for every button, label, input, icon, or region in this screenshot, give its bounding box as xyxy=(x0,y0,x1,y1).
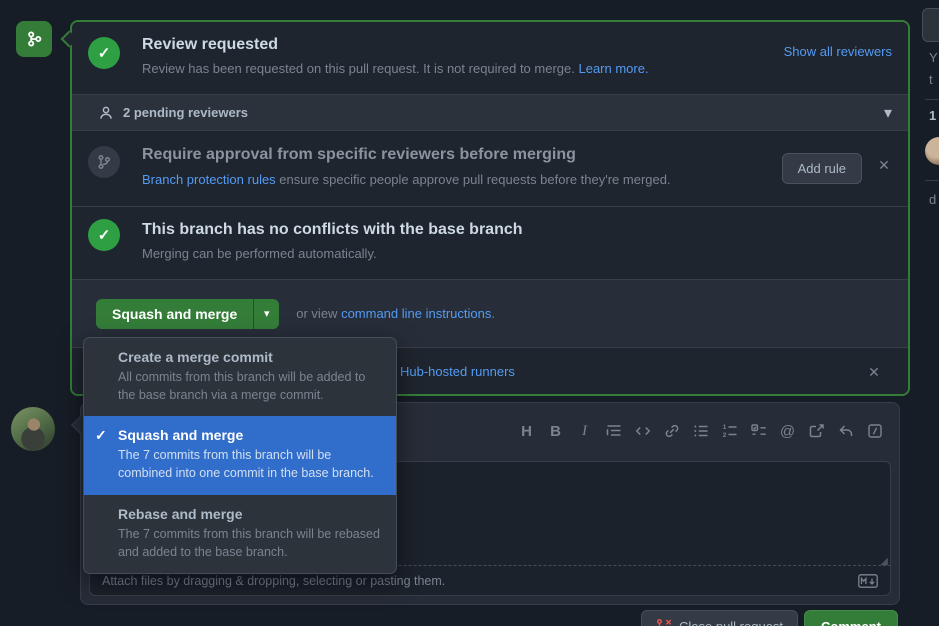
command-line-instructions-link[interactable]: command line instructions xyxy=(341,306,491,321)
code-icon[interactable] xyxy=(628,417,657,445)
branch-protection-section: Require approval from specific reviewers… xyxy=(72,130,908,206)
menu-item-description: The 7 commits from this branch will be r… xyxy=(118,525,380,561)
dismiss-protection-icon[interactable]: ✕ xyxy=(874,155,894,175)
sidebar-avatar xyxy=(925,137,939,165)
review-requested-title: Review requested xyxy=(142,36,892,54)
merge-method-dropdown: Create a merge commit All commits from t… xyxy=(83,337,397,574)
resize-grip-icon[interactable]: ◢ xyxy=(880,556,888,567)
merge-button-group: Squash and merge ▾ xyxy=(96,299,279,329)
menu-item-title: Squash and merge xyxy=(118,427,382,443)
no-conflicts-description: Merging can be performed automatically. xyxy=(142,246,892,261)
hosted-runners-link[interactable]: Hub-hosted runners xyxy=(400,364,515,379)
menu-item-title: Rebase and merge xyxy=(118,506,382,522)
ordered-list-icon[interactable]: 1 2 xyxy=(715,417,744,445)
menu-item-squash-and-merge[interactable]: ✓ Squash and merge The 7 commits from th… xyxy=(84,416,396,494)
slash-commands-icon[interactable] xyxy=(860,417,889,445)
sidebar-divider xyxy=(925,99,939,100)
sidebar-button-fragment[interactable] xyxy=(922,8,939,42)
dismiss-banner-icon[interactable]: ✕ xyxy=(864,362,884,382)
no-conflicts-section: ✓ This branch has no conflicts with the … xyxy=(72,206,908,279)
reply-icon[interactable] xyxy=(831,417,860,445)
pull-request-merge-area: ✓ Review requested Review has been reque… xyxy=(0,0,939,626)
mention-icon[interactable]: @ xyxy=(773,417,802,445)
close-pull-request-button[interactable]: Close pull request xyxy=(641,610,798,626)
comment-actions: Close pull request Comment xyxy=(641,610,898,626)
branch-protection-text: ensure specific people approve pull requ… xyxy=(276,172,671,187)
markdown-toolbar: H B I xyxy=(512,413,889,449)
review-requested-description: Review has been requested on this pull r… xyxy=(142,61,892,76)
show-all-reviewers-link[interactable]: Show all reviewers xyxy=(784,44,892,59)
check-circle-icon: ✓ xyxy=(88,219,120,251)
task-list-icon[interactable] xyxy=(744,417,773,445)
or-view-text: or view command line instructions. xyxy=(296,306,495,321)
cross-reference-icon[interactable] xyxy=(802,417,831,445)
italic-icon[interactable]: I xyxy=(570,417,599,445)
menu-item-rebase-and-merge[interactable]: Rebase and merge The 7 commits from this… xyxy=(84,495,396,573)
menu-item-description: The 7 commits from this branch will be c… xyxy=(118,446,380,482)
branch-protection-rules-link[interactable]: Branch protection rules xyxy=(142,172,276,187)
sidebar-text-fragment: d xyxy=(929,192,936,207)
sidebar-text-fragment: Y xyxy=(929,50,938,65)
chevron-down-icon[interactable]: ▾ xyxy=(884,103,892,123)
merge-options-caret-button[interactable]: ▾ xyxy=(253,299,279,329)
heading-icon[interactable]: H xyxy=(512,417,541,445)
svg-text:1: 1 xyxy=(722,424,726,431)
timeline-commits-icon xyxy=(16,21,52,57)
attach-files-hint: Attach files by dragging & dropping, sel… xyxy=(102,574,445,588)
review-requested-section: ✓ Review requested Review has been reque… xyxy=(72,22,908,94)
close-pull-request-label: Close pull request xyxy=(679,619,783,626)
menu-item-title: Create a merge commit xyxy=(118,349,382,365)
svg-text:2: 2 xyxy=(722,432,726,439)
selected-check-icon: ✓ xyxy=(95,427,107,444)
bold-icon[interactable]: B xyxy=(541,417,570,445)
review-requested-text: Review has been requested on this pull r… xyxy=(142,61,578,76)
commit-group-icon xyxy=(25,30,43,48)
squash-and-merge-button[interactable]: Squash and merge xyxy=(96,299,253,329)
pr-closed-icon xyxy=(656,618,672,626)
quote-icon[interactable] xyxy=(599,417,628,445)
user-avatar xyxy=(11,407,55,451)
menu-item-create-merge-commit[interactable]: Create a merge commit All commits from t… xyxy=(84,338,396,416)
branch-protection-description: Branch protection rules ensure specific … xyxy=(142,172,892,187)
person-icon xyxy=(98,105,114,121)
no-conflicts-title: This branch has no conflicts with the ba… xyxy=(142,221,892,239)
branch-protection-title: Require approval from specific reviewers… xyxy=(142,146,892,164)
sidebar-text-fragment: t xyxy=(929,72,933,87)
add-rule-button[interactable]: Add rule xyxy=(782,153,862,184)
menu-item-description: All commits from this branch will be add… xyxy=(118,368,380,404)
unordered-list-icon[interactable] xyxy=(686,417,715,445)
sidebar-divider xyxy=(925,180,939,181)
link-icon[interactable] xyxy=(657,417,686,445)
sidebar-count-fragment: 1 xyxy=(929,108,936,123)
comment-button[interactable]: Comment xyxy=(804,610,898,626)
markdown-icon xyxy=(858,574,878,588)
check-circle-icon: ✓ xyxy=(88,37,120,69)
branch-icon-circle xyxy=(88,146,120,178)
git-branch-icon xyxy=(96,154,112,170)
pending-reviewers-label: 2 pending reviewers xyxy=(123,105,248,120)
pending-reviewers-row[interactable]: 2 pending reviewers ▾ xyxy=(72,94,908,130)
learn-more-link[interactable]: Learn more. xyxy=(578,61,648,76)
